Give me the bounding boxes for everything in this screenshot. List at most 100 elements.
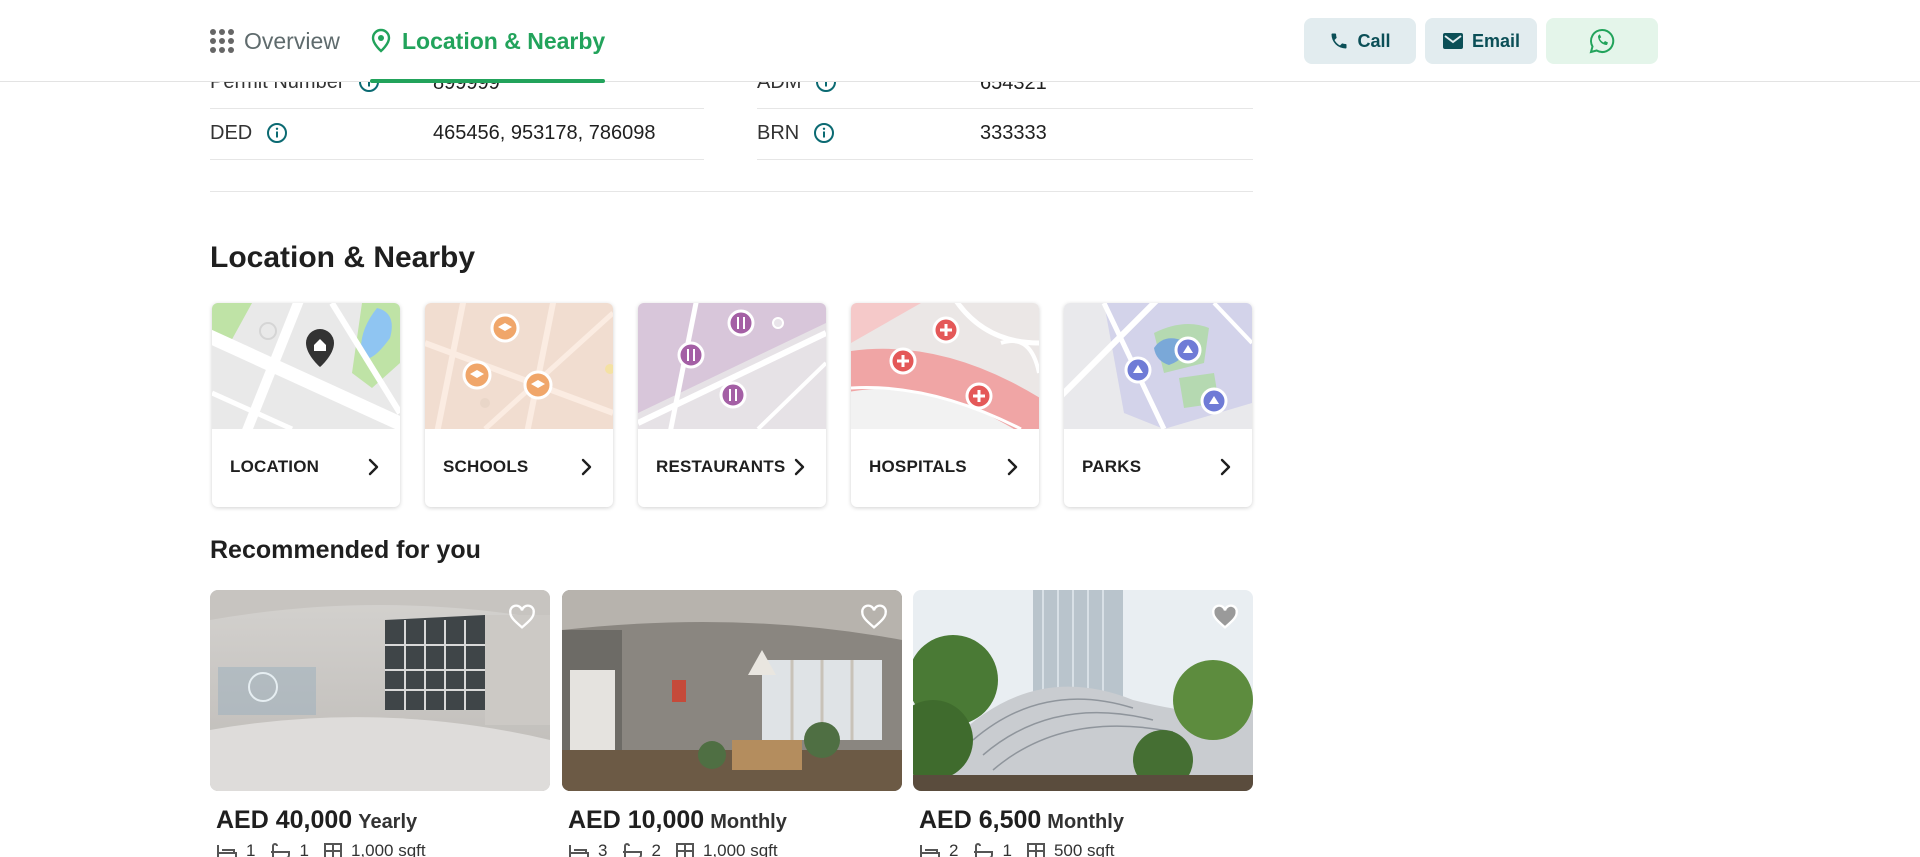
listing-card[interactable]: AED 6,500 Monthly 2 1 500 sqft [913, 590, 1253, 857]
info-icon[interactable] [266, 122, 288, 144]
price-period: Monthly [710, 811, 787, 833]
map-pin-icon [370, 28, 392, 54]
area-spec: 1,000 sqft [323, 841, 426, 857]
price-amount: AED 6,500 [919, 806, 1042, 834]
brn-row: BRN [757, 108, 835, 158]
sticky-header: Overview Location & Nearby Call Email [0, 0, 1920, 83]
school-pin-icon [523, 370, 553, 400]
baths-spec: 1 [972, 841, 1012, 857]
brn-value: 333333 [980, 122, 1047, 144]
listing-specs: 2 1 500 sqft [919, 841, 1128, 857]
brn-text: BRN [757, 121, 800, 144]
school-pin-icon [490, 313, 520, 343]
info-icon[interactable] [813, 122, 835, 144]
divider [210, 159, 704, 160]
restaurant-pin-icon [719, 381, 747, 409]
divider [757, 159, 1253, 160]
beds-spec: 3 [568, 841, 607, 857]
restaurants-map-image [638, 303, 826, 429]
hospital-pin-icon [889, 347, 917, 375]
baths-spec: 2 [621, 841, 661, 857]
nearby-card-label: HOSPITALS [869, 457, 967, 476]
listing-card[interactable]: AED 40,000 Yearly 1 1 1,000 sqft [210, 590, 550, 857]
chevron-right-icon [581, 458, 592, 476]
bath-icon [271, 843, 291, 857]
restaurant-pin-icon [727, 309, 755, 337]
whatsapp-icon [1589, 28, 1615, 54]
listing-price: AED 10,000 Monthly [568, 806, 787, 835]
bed-icon [569, 845, 589, 857]
area-icon [1026, 843, 1045, 857]
ded-row: DED [210, 108, 288, 158]
schools-map-image [425, 303, 613, 429]
area-icon [675, 843, 694, 857]
nearby-card-location[interactable]: LOCATION [212, 303, 400, 507]
chevron-right-icon [368, 458, 379, 476]
chevron-right-icon [1220, 458, 1231, 476]
nearby-card-hospitals[interactable]: HOSPITALS [851, 303, 1039, 507]
tab-label: Overview [244, 27, 340, 54]
heart-icon[interactable] [508, 604, 536, 632]
heart-icon[interactable] [860, 604, 888, 632]
ded-label: DED [210, 122, 288, 145]
restaurant-pin-icon [677, 341, 705, 369]
whatsapp-button[interactable] [1546, 18, 1658, 64]
listing-photo[interactable] [562, 590, 902, 791]
nearby-card-schools[interactable]: SCHOOLS [425, 303, 613, 507]
beds-spec: 1 [216, 841, 255, 857]
area-value: 1,000 sqft [350, 841, 426, 857]
listing-specs: 1 1 1,000 sqft [216, 841, 440, 857]
price-amount: AED 40,000 [216, 806, 353, 834]
park-pin-icon [1124, 356, 1152, 384]
nearby-card-label: PARKS [1082, 457, 1142, 476]
price-period: Yearly [358, 811, 418, 833]
bed-icon [920, 845, 940, 857]
heart-icon[interactable] [1211, 604, 1239, 632]
tab-location-nearby[interactable]: Location & Nearby [370, 0, 606, 83]
baths-count: 2 [651, 841, 661, 857]
brn-label: BRN [757, 122, 835, 145]
school-pin-icon [462, 360, 492, 390]
listing-card[interactable]: AED 10,000 Monthly 3 2 1,000 sqft [562, 590, 902, 857]
recommended-title: Recommended for you [210, 536, 481, 564]
call-button[interactable]: Call [1304, 18, 1416, 64]
park-pin-icon [1200, 387, 1228, 415]
nearby-card-label: LOCATION [230, 457, 320, 476]
listing-price: AED 40,000 Yearly [216, 806, 417, 835]
area-value: 1,000 sqft [702, 841, 778, 857]
price-period: Monthly [1047, 811, 1124, 833]
beds-count: 1 [246, 841, 256, 857]
hospital-pin-icon [965, 382, 993, 410]
listing-photo[interactable] [913, 590, 1253, 791]
park-pin-icon [1174, 336, 1202, 364]
nearby-card-parks[interactable]: PARKS [1064, 303, 1252, 507]
email-label: Email [1471, 30, 1521, 51]
tab-overview[interactable]: Overview [210, 0, 340, 82]
nearby-card-label: RESTAURANTS [656, 457, 786, 476]
ded-text: DED [210, 121, 253, 144]
price-amount: AED 10,000 [568, 806, 705, 834]
mail-icon [1442, 32, 1464, 50]
grid-icon [210, 29, 234, 53]
area-icon [323, 843, 342, 857]
parks-map-image [1064, 303, 1252, 429]
active-tab-indicator [370, 79, 606, 83]
call-label: Call [1357, 30, 1391, 51]
nearby-card-label: SCHOOLS [443, 457, 529, 476]
beds-spec: 2 [919, 841, 958, 857]
area-spec: 1,000 sqft [675, 841, 778, 857]
ded-value: 465456, 953178, 786098 [433, 122, 656, 144]
baths-count: 1 [299, 841, 309, 857]
location-map-image [212, 303, 400, 429]
beds-count: 2 [949, 841, 959, 857]
listing-photo[interactable] [210, 590, 550, 791]
bed-icon [217, 845, 237, 857]
chevron-right-icon [1007, 458, 1018, 476]
tab-label: Location & Nearby [402, 27, 606, 54]
hospitals-map-image [851, 303, 1039, 429]
listing-specs: 3 2 1,000 sqft [568, 841, 792, 857]
nearby-card-restaurants[interactable]: RESTAURANTS [638, 303, 826, 507]
beds-count: 3 [598, 841, 608, 857]
bath-icon [623, 843, 643, 857]
email-button[interactable]: Email [1425, 18, 1537, 64]
